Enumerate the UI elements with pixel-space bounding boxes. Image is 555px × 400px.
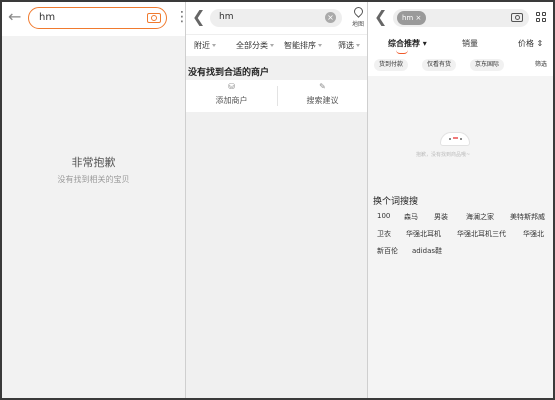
map-label: 地图 — [351, 21, 364, 28]
pill-filter[interactable]: 筛选 — [530, 59, 553, 71]
camera-icon[interactable] — [511, 13, 523, 22]
filter-bar: 附近 全部分类 智能排序 筛选 — [186, 34, 367, 56]
filter-label: 全部分类 — [236, 41, 268, 50]
suggest-keyword[interactable]: 男装 — [434, 212, 448, 222]
back-chevron-icon[interactable]: ❮ — [192, 9, 205, 25]
top-bar: ❮ hm × 地图 — [186, 2, 367, 34]
sort-tabs: 综合推荐 ▾ 销量 价格 ⇕ — [368, 34, 553, 56]
search-input[interactable]: hm × — [393, 9, 529, 27]
tab-price[interactable]: 价格 ⇕ — [518, 38, 543, 49]
grid-view-icon[interactable] — [536, 12, 548, 24]
search-query: hm — [39, 12, 56, 23]
tab-recommended[interactable]: 综合推荐 ▾ — [388, 38, 427, 54]
search-suggestion-button[interactable]: ✎ 搜索建议 — [277, 82, 367, 106]
map-pin-icon — [351, 5, 365, 18]
query-chip[interactable]: hm × — [397, 11, 427, 25]
suggest-keyword[interactable]: 美特斯邦威 — [510, 212, 545, 222]
suggest-keyword[interactable]: 海澜之家 — [466, 212, 494, 222]
dropdown-icon — [212, 44, 216, 47]
pill-cod[interactable]: 货到付款 — [374, 59, 409, 71]
suggest-keyword[interactable]: adidas鞋 — [412, 246, 442, 256]
no-result-text: 抱歉，没有找到商品哦~ — [416, 152, 471, 158]
filter-label: 附近 — [194, 41, 210, 50]
search-results-panel-3: ❮ hm × 综合推荐 ▾ 销量 价格 ⇕ 货到付款 仅看有货 京东国际 筛选 — [367, 2, 553, 398]
back-arrow-icon[interactable]: ← — [8, 9, 21, 25]
camera-icon[interactable] — [147, 13, 161, 23]
back-chevron-icon[interactable]: ❮ — [374, 9, 387, 25]
more-kebab-icon[interactable]: ⋮ — [175, 10, 185, 24]
no-shop-message: 没有找到合适的商户 — [188, 68, 270, 78]
feedback-icon: ✎ — [319, 82, 326, 91]
filter-nearby[interactable]: 附近 — [194, 40, 216, 51]
dropdown-icon — [270, 44, 274, 47]
pill-in-stock[interactable]: 仅看有货 — [422, 59, 457, 71]
suggest-keyword[interactable]: 新百伦 — [377, 246, 398, 256]
tab-label: 价格 — [518, 39, 534, 48]
empty-subtitle: 没有找到相关的宝贝 — [57, 175, 130, 184]
add-store-button[interactable]: ⛁ 添加商户 — [186, 82, 277, 106]
suggest-keyword[interactable]: 华强北耳机 — [406, 229, 441, 239]
map-button[interactable]: 地图 — [349, 5, 367, 28]
tab-label: 综合推荐 — [388, 39, 420, 48]
search-results-panel-2: ❮ hm × 地图 附近 全部分类 智能排序 筛选 没有找到合适的商户 ⛁ 添加… — [185, 2, 367, 398]
filter-label: 筛选 — [338, 41, 354, 50]
search-query: hm — [219, 12, 234, 22]
search-input[interactable]: hm × — [210, 9, 342, 27]
add-store-icon: ⛁ — [228, 82, 235, 91]
top-bar: ❮ hm × — [368, 2, 553, 34]
tab-sales[interactable]: 销量 — [462, 38, 478, 49]
filter-sort[interactable]: 智能排序 — [284, 40, 322, 51]
pill-jd-intl[interactable]: 京东国际 — [470, 59, 505, 71]
quick-filter-row: 货到付款 仅看有货 京东国际 筛选 — [368, 56, 553, 76]
filter-label: 智能排序 — [284, 41, 316, 50]
empty-mascot-icon — [440, 128, 470, 148]
suggest-keyword[interactable]: 100 — [377, 212, 390, 220]
search-suggestion-label: 搜索建议 — [306, 96, 339, 105]
filter-screen[interactable]: 筛选 — [338, 40, 360, 51]
screenshot-frame: ← hm ⋮ 非常抱歉 没有找到相关的宝贝 ❮ hm × 地图 附近 全部分类 — [2, 2, 553, 398]
suggest-keyword[interactable]: 森马 — [404, 212, 418, 222]
empty-title: 非常抱歉 — [71, 156, 116, 169]
top-bar: ← hm ⋮ — [2, 2, 185, 36]
add-store-label: 添加商户 — [215, 96, 248, 105]
search-input[interactable]: hm — [28, 7, 167, 29]
suggest-keyword[interactable]: 华强北耳机三代 — [457, 229, 506, 239]
dropdown-icon — [356, 44, 360, 47]
clear-icon[interactable]: × — [325, 12, 336, 23]
action-row: ⛁ 添加商户 ✎ 搜索建议 — [186, 80, 367, 112]
suggest-keyword[interactable]: 华强北 — [523, 229, 544, 239]
suggest-keyword[interactable]: 卫衣 — [377, 229, 391, 239]
dropdown-icon — [318, 44, 322, 47]
search-results-panel-1: ← hm ⋮ 非常抱歉 没有找到相关的宝贝 — [2, 2, 185, 398]
suggest-title: 换个词搜搜 — [373, 197, 419, 207]
filter-category[interactable]: 全部分类 — [236, 40, 274, 51]
